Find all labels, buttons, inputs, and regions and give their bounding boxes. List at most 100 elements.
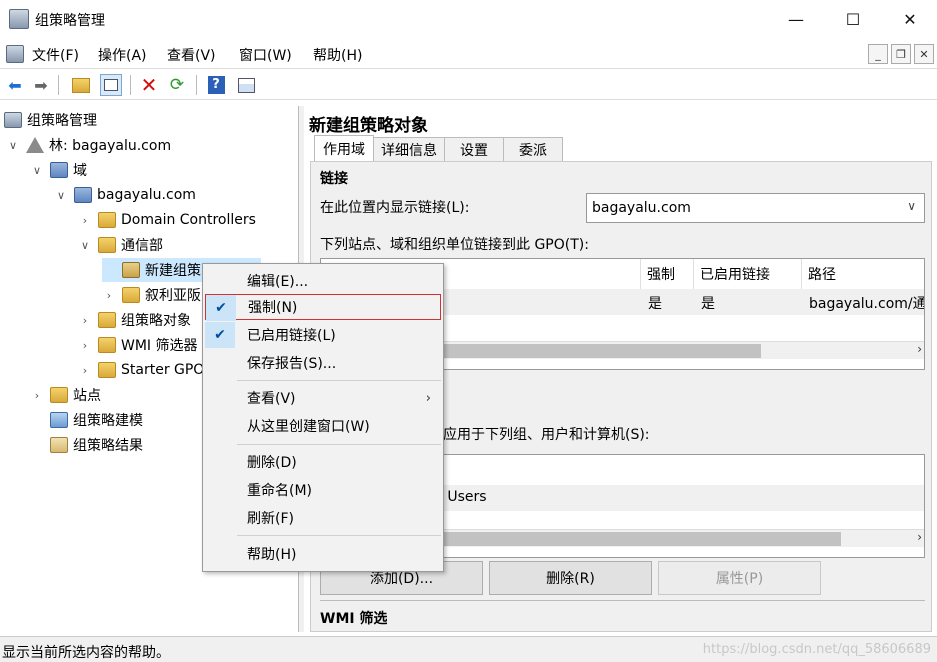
app-icon <box>9 9 29 29</box>
gpo-link-icon <box>122 262 140 278</box>
chevron-right-icon[interactable]: › <box>30 389 44 402</box>
tree-node-ou[interactable]: ∨ 通信部 <box>78 233 163 257</box>
menu-item-view[interactable]: 查看(V) › <box>205 385 441 411</box>
results-icon <box>50 437 68 453</box>
menu-item-link-enabled[interactable]: ✔ 已启用链接(L) <box>205 322 441 348</box>
chevron-right-icon[interactable]: › <box>917 530 922 544</box>
mmc-icon <box>6 45 24 63</box>
minimize-button[interactable]: — <box>773 0 819 38</box>
maximize-button[interactable]: ☐ <box>830 0 876 38</box>
menu-item-enforce[interactable]: ✔ 强制(N) <box>205 294 441 321</box>
chevron-right-icon[interactable]: › <box>917 342 922 356</box>
ou-folder-icon <box>122 287 140 303</box>
menu-separator <box>237 380 441 381</box>
mdi-close-button[interactable]: ✕ <box>914 44 934 64</box>
tree-node-root[interactable]: 组策略管理 <box>4 108 97 132</box>
menu-item-help[interactable]: 帮助(H) <box>205 541 441 567</box>
security-item-label: l Users <box>439 489 487 505</box>
gpo-folder-icon <box>98 312 116 328</box>
chevron-down-icon[interactable]: ∨ <box>78 239 92 252</box>
domains-icon <box>50 162 68 178</box>
ou-folder-icon <box>98 237 116 253</box>
checkmark-icon: ✔ <box>205 322 235 348</box>
location-combo[interactable]: bagayalu.com ∨ <box>586 193 925 223</box>
menu-bar: 文件(F) 操作(A) 查看(V) 窗口(W) 帮助(H) _ ❐ ✕ <box>0 40 937 68</box>
column-header-enforced[interactable]: 强制 <box>641 259 694 289</box>
chevron-right-icon[interactable]: › <box>102 289 116 302</box>
tree-node-results[interactable]: 组策略结果 <box>30 433 143 457</box>
menu-item-delete[interactable]: 删除(D) <box>205 449 441 475</box>
security-filter-label: 只应用于下列组、用户和计算机(S): <box>429 427 650 443</box>
close-button[interactable]: ✕ <box>887 0 933 38</box>
delete-icon[interactable]: ✕ <box>138 73 160 97</box>
tab-delegation[interactable]: 委派 <box>503 137 563 161</box>
refresh-icon[interactable]: ⟳ <box>166 74 188 96</box>
menu-window[interactable]: 窗口(W) <box>239 45 292 65</box>
column-header-link-enabled[interactable]: 已启用链接 <box>694 259 802 289</box>
forward-icon[interactable]: ➡ <box>30 74 52 96</box>
back-icon[interactable]: ⬅ <box>4 74 26 96</box>
row-path: bagayalu.com/通 <box>809 296 925 312</box>
mdi-minimize-button[interactable]: _ <box>868 44 888 64</box>
toolbar-separator <box>58 75 59 95</box>
chevron-right-icon[interactable]: › <box>78 314 92 327</box>
column-header-path[interactable]: 路径 <box>802 259 924 289</box>
links-section-title: 链接 <box>320 171 348 187</box>
properties-icon[interactable] <box>235 74 257 96</box>
display-links-label: 在此位置内显示链接(L): <box>320 200 470 216</box>
up-folder-icon[interactable] <box>70 74 92 96</box>
chevron-down-icon[interactable]: ∨ <box>30 164 44 177</box>
status-text: 显示当前所选内容的帮助。 <box>2 645 170 661</box>
menu-item-save-report[interactable]: 保存报告(S)... <box>205 350 441 376</box>
tree-node-domain[interactable]: ∨ bagayalu.com <box>54 183 196 207</box>
help-icon[interactable]: ? <box>205 74 227 96</box>
chevron-right-icon[interactable]: › <box>78 214 92 227</box>
tree-node-forest[interactable]: ∨ 林: bagayalu.com <box>6 133 171 157</box>
starter-folder-icon <box>98 362 116 378</box>
forest-icon <box>26 137 44 153</box>
chevron-down-icon[interactable]: ∨ <box>54 189 68 202</box>
chevron-right-icon: › <box>425 390 431 406</box>
watermark-text: https://blog.csdn.net/qq_58606689 <box>702 642 931 657</box>
checkmark-icon: ✔ <box>206 295 236 321</box>
show-hide-tree-icon[interactable] <box>100 74 122 96</box>
tab-settings[interactable]: 设置 <box>444 137 504 161</box>
tab-scope[interactable]: 作用域 <box>314 135 374 161</box>
chevron-down-icon: ∨ <box>907 199 916 213</box>
remove-button[interactable]: 删除(R) <box>489 561 652 595</box>
chevron-right-icon[interactable]: › <box>78 364 92 377</box>
domain-icon <box>74 187 92 203</box>
toolbar-separator <box>196 75 197 95</box>
ou-folder-icon <box>98 212 116 228</box>
menu-file[interactable]: 文件(F) <box>32 45 79 65</box>
menu-item-rename[interactable]: 重命名(M) <box>205 477 441 503</box>
window-title: 组策略管理 <box>35 13 105 29</box>
menu-item-edit[interactable]: 编辑(E)... <box>205 268 441 294</box>
gpmc-icon <box>4 112 22 128</box>
toolbar-separator <box>130 75 131 95</box>
tree-node-wmi-filters[interactable]: › WMI 筛选器 <box>78 333 198 357</box>
tree-node-starter-gpo[interactable]: › Starter GPO <box>78 358 204 382</box>
tree-node-sites[interactable]: › 站点 <box>30 383 101 407</box>
menu-action[interactable]: 操作(A) <box>98 45 147 65</box>
menu-separator <box>237 444 441 445</box>
menu-item-refresh[interactable]: 刷新(F) <box>205 505 441 531</box>
tree-node-gpo-objects[interactable]: › 组策略对象 <box>78 308 191 332</box>
properties-button[interactable]: 属性(P) <box>658 561 821 595</box>
details-heading: 新建组策略对象 <box>309 116 428 136</box>
mdi-restore-button[interactable]: ❐ <box>891 44 911 64</box>
wmi-section-title: WMI 筛选 <box>320 611 388 626</box>
chevron-right-icon[interactable]: › <box>78 339 92 352</box>
tree-node-gpo-other[interactable]: › 叙利亚阪 <box>102 283 201 307</box>
context-menu: 编辑(E)... ✔ 强制(N) ✔ 已启用链接(L) 保存报告(S)... 查… <box>202 263 444 572</box>
menu-view[interactable]: 查看(V) <box>167 45 216 65</box>
tree-node-modeling[interactable]: 组策略建模 <box>30 408 143 432</box>
menu-item-new-window[interactable]: 从这里创建窗口(W) <box>205 413 441 439</box>
wmi-folder-icon <box>98 337 116 353</box>
tree-node-domains[interactable]: ∨ 域 <box>30 158 87 182</box>
chevron-down-icon[interactable]: ∨ <box>6 139 20 152</box>
tree-node-domain-controllers[interactable]: › Domain Controllers <box>78 208 256 232</box>
menu-help[interactable]: 帮助(H) <box>313 45 362 65</box>
tab-details[interactable]: 详细信息 <box>373 137 445 161</box>
section-divider <box>320 600 925 601</box>
